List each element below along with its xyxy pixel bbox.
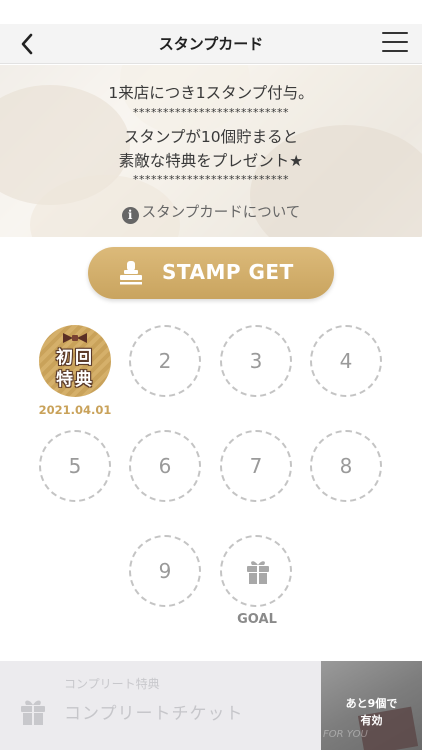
hero-divider-1: ************************** [133, 106, 289, 119]
slot-number: 8 [339, 454, 353, 478]
status-bar [0, 0, 422, 24]
stamp-slot-4: 4 [310, 325, 382, 397]
slot-number: 3 [249, 349, 263, 373]
gift-icon [21, 700, 45, 725]
info-icon: i [121, 207, 139, 224]
stamp-slot-8: 8 [310, 430, 382, 502]
stamp-icon [120, 261, 142, 285]
stamp-slot-6: 6 [129, 430, 201, 502]
slot-number: 2 [158, 349, 172, 373]
stamp-slot-2: 2 [129, 325, 201, 397]
stamp-slot-5: 5 [39, 430, 111, 502]
hero-line-3: 素敵な特典をプレゼント★ [118, 152, 304, 170]
about-stamp-card-link[interactable]: i スタンプカードについて [0, 201, 422, 224]
stamp-slot-goal [220, 535, 292, 607]
ribbon-icon [63, 333, 87, 343]
goal-label: GOAL [237, 612, 277, 627]
complete-ticket-title: コンプリートチケット [64, 704, 244, 724]
about-link-label: スタンプカードについて [141, 205, 301, 221]
hero-line-1: 1来店につき1スタンプ付与。 [108, 84, 314, 102]
complete-reward-caption: コンプリート特典 [64, 677, 160, 691]
stamp-1-date: 2021.04.01 [38, 403, 112, 417]
navigation-bar: スタンプカード [0, 24, 422, 64]
slot-number: 9 [158, 559, 172, 583]
slot-number: 4 [339, 349, 353, 373]
page-title: スタンプカード [158, 35, 264, 53]
remaining-valid-text: 有効 [360, 714, 383, 727]
slot-number: 5 [68, 454, 82, 478]
hero-divider-2: ************************** [133, 173, 289, 186]
hero-line-2: スタンプが10個貯まると [123, 128, 299, 146]
stamp-get-label: STAMP GET [162, 260, 294, 284]
stamp-first-line-2: 特典 [56, 370, 94, 390]
reward-thumbnail: FOR YOU あと9個で 有効 [321, 661, 422, 750]
hero-banner: 1来店につき1スタンプ付与。 *************************… [0, 65, 422, 237]
slot-number: 7 [249, 454, 263, 478]
stamp-slot-1-stamped: 初回 特典 [39, 325, 111, 397]
stamp-slot-3: 3 [220, 325, 292, 397]
slot-number: 6 [158, 454, 172, 478]
gift-icon [247, 561, 269, 584]
complete-reward-bar[interactable]: コンプリート特典 コンプリートチケット FOR YOU あと9個で 有効 [0, 661, 422, 750]
stamp-get-button[interactable]: STAMP GET [88, 247, 334, 299]
remaining-count-text: あと9個で [345, 697, 398, 710]
thumbnail-image-text: FOR YOU [323, 729, 368, 740]
stamp-slot-7: 7 [220, 430, 292, 502]
menu-button[interactable] [382, 32, 408, 54]
hamburger-menu-icon [382, 32, 408, 34]
stamp-slot-9: 9 [129, 535, 201, 607]
